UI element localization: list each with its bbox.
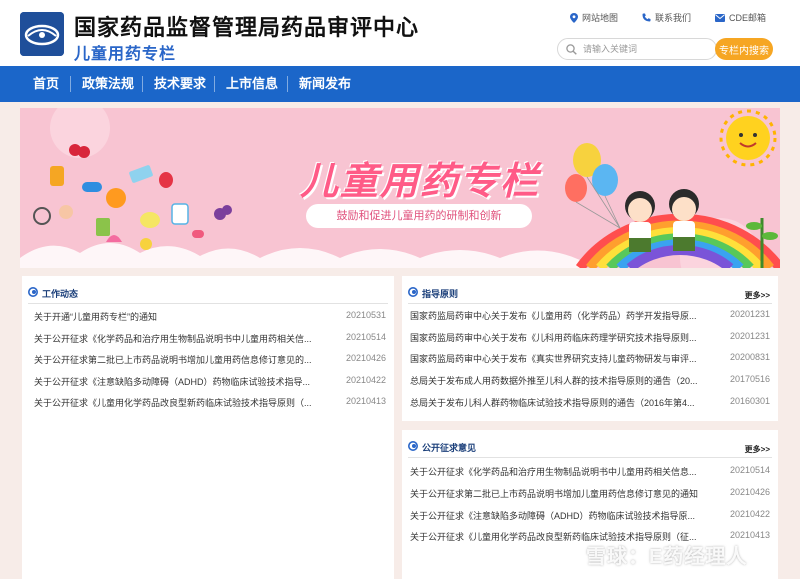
sitemap-link[interactable]: 网站地图 [569,11,618,24]
nav-divider [214,76,215,92]
list-item-date: 20200831 [729,352,770,362]
search-box [557,38,717,60]
top-links: 网站地图 联系我们 CDE邮箱 [569,11,766,24]
section-bullet-icon [408,441,418,451]
list-item-title: 关于公开征求第二批已上市药品说明书增加儿童用药信息修订意见的通知 [410,489,699,499]
cde-mail-link[interactable]: CDE邮箱 [714,11,766,24]
guidelines-panel: 指导原则 更多>> 国家药监局药审中心关于发布《儿童用药（化学药品）药学开发指导… [402,276,778,421]
list-item-date: 20210413 [345,396,386,406]
list-item[interactable]: 关于公开征求第二批已上市药品说明书增加儿童用药信息修订意见的通知 2021042… [410,487,770,501]
list-item-date: 20170516 [729,374,770,384]
list-item-title: 总局关于发布儿科人群药物临床试验技术指导原则的通告（2016年第4... [410,398,695,408]
nav-divider [70,76,71,92]
search-input[interactable] [583,44,703,54]
list-item[interactable]: 关于开通“儿童用药专栏”的通知 20210531 [34,310,386,324]
list-item-title: 关于开通“儿童用药专栏”的通知 [34,312,157,322]
work-news-title: 工作动态 [42,289,79,299]
list-item[interactable]: 关于公开征求《化学药品和治疗用生物制品说明书中儿童用药相关信... 202105… [34,332,386,346]
list-item-date: 20201231 [729,331,770,341]
list-item[interactable]: 国家药监局药审中心关于发布《儿童用药（化学药品）药学开发指导原... 20201… [410,309,770,323]
list-item-title: 关于公开征求《化学药品和治疗用生物制品说明书中儿童用药相关信息... [410,467,697,477]
search-icon [566,43,577,55]
list-item[interactable]: 关于公开征求《儿童用化学药品改良型新药临床试验技术指导原则（... 202104… [34,396,386,410]
banner-slogan: 鼓励和促进儿童用药的研制和创新 [306,204,532,228]
nav-divider [287,76,288,92]
section-bullet-icon [28,287,38,297]
list-item-title: 关于公开征求《注意缺陷多动障碍（ADHD）药物临床试验技术指导... [34,377,311,387]
cde-mail-label: CDE邮箱 [728,13,766,23]
list-item[interactable]: 国家药监局药审中心关于发布《儿科用药临床药理学研究技术指导原则... 20201… [410,331,770,345]
work-news-panel: 工作动态 关于开通“儿童用药专栏”的通知 20210531 关于公开征求《化学药… [22,276,394,579]
list-item-date: 20210514 [345,332,386,342]
consultation-more-link[interactable]: 更多>> [745,444,770,455]
list-item[interactable]: 关于公开征求《化学药品和治疗用生物制品说明书中儿童用药相关信息... 20210… [410,465,770,479]
guidelines-header: 指导原则 更多>> [408,282,772,304]
sitemap-label: 网站地图 [581,13,618,23]
consultation-title: 公开征求意见 [422,443,477,453]
list-item-date: 20210413 [729,530,770,540]
list-item-date: 20201231 [729,309,770,319]
location-pin-icon [569,12,578,23]
consultation-header: 公开征求意见 更多>> [408,436,772,458]
xueqiu-watermark: 雪球：E药经理人 [586,546,748,568]
list-item-title: 关于公开征求第二批已上市药品说明书增加儿童用药信息修订意见的... [34,355,312,365]
nav-policies[interactable]: 政策法规 [82,66,134,102]
list-item-title: 关于公开征求《化学药品和治疗用生物制品说明书中儿童用药相关信... [34,334,312,344]
list-item-title: 总局关于发布成人用药数据外推至儿科人群的技术指导原则的通告（20... [410,376,698,386]
list-item[interactable]: 总局关于发布儿科人群药物临床试验技术指导原则的通告（2016年第4... 201… [410,396,770,410]
nav-news[interactable]: 新闻发布 [299,66,351,102]
site-title: 国家药品监督管理局药品审评中心 [74,15,420,40]
list-item[interactable]: 关于公开征求第二批已上市药品说明书增加儿童用药信息修订意见的... 202104… [34,353,386,367]
search-button[interactable]: 专栏内搜索 [715,38,773,60]
banner-title: 儿童用药专栏 [300,161,541,203]
pediatric-banner: 儿童用药专栏 鼓励和促进儿童用药的研制和创新 [20,108,780,268]
list-item[interactable]: 关于公开征求《注意缺陷多动障碍（ADHD）药物临床试验技术指导... 20210… [34,375,386,389]
list-item[interactable]: 关于公开征求《注意缺陷多动障碍（ADHD）药物临床试验技术指导原... 2021… [410,509,770,523]
section-bullet-icon [408,287,418,297]
list-item-title: 关于公开征求《儿童用化学药品改良型新药临床试验技术指导原则（... [34,398,312,408]
list-item-date: 20210531 [345,310,386,320]
list-item-date: 20210422 [345,375,386,385]
header: 国家药品监督管理局药品审评中心 儿童用药专栏 网站地图 联系我们 CDE邮箱 专… [0,0,800,66]
mail-icon [714,13,725,22]
work-news-header: 工作动态 [28,282,388,304]
list-item[interactable]: 国家药监局药审中心关于发布《真实世界研究支持儿童药物研发与审评... 20200… [410,352,770,366]
phone-icon [642,13,651,22]
list-item[interactable]: 总局关于发布成人用药数据外推至儿科人群的技术指导原则的通告（20... 2017… [410,374,770,388]
nav-home[interactable]: 首页 [33,66,59,102]
list-item-title: 国家药监局药审中心关于发布《儿科用药临床药理学研究技术指导原则... [410,333,697,343]
nav-technical[interactable]: 技术要求 [154,66,206,102]
cde-logo[interactable] [20,12,64,56]
nav-market-info[interactable]: 上市信息 [226,66,278,102]
contact-link[interactable]: 联系我们 [642,11,691,24]
guidelines-more-link[interactable]: 更多>> [745,290,770,301]
list-item-date: 20210514 [729,465,770,475]
list-item-date: 20160301 [729,396,770,406]
contact-label: 联系我们 [654,13,691,23]
list-item-title: 国家药监局药审中心关于发布《儿童用药（化学药品）药学开发指导原... [410,311,697,321]
site-subtitle: 儿童用药专栏 [74,46,177,63]
list-item-title: 关于公开征求《注意缺陷多动障碍（ADHD）药物临床试验技术指导原... [410,511,696,521]
guidelines-title: 指导原则 [422,289,459,299]
list-item-date: 20210422 [729,509,770,519]
nav-divider [142,76,143,92]
main-nav: 首页 政策法规 技术要求 上市信息 新闻发布 [0,66,800,102]
list-item-date: 20210426 [345,353,386,363]
list-item-title: 国家药监局药审中心关于发布《真实世界研究支持儿童药物研发与审评... [410,354,697,364]
list-item-date: 20210426 [729,487,770,497]
